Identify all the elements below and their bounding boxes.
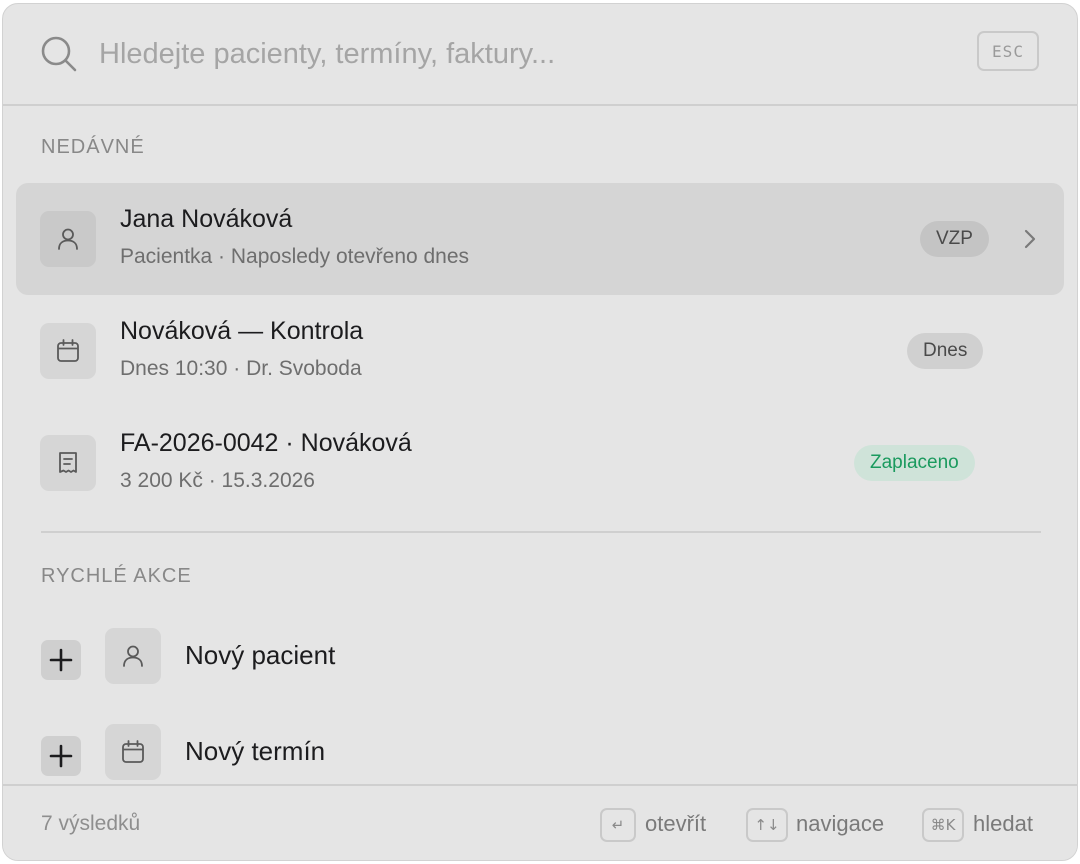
action-new-appointment[interactable]: Nový termín xyxy=(41,724,641,780)
insurance-badge: VZP xyxy=(920,221,989,257)
enter-key-hint: ↵ xyxy=(600,808,636,842)
cmd-k-key-hint: ⌘K xyxy=(922,808,964,842)
search-icon xyxy=(39,34,79,74)
arrows-key-hint: ↑↓ xyxy=(746,808,788,842)
result-title: FA-2026-0042 · Nováková xyxy=(120,429,412,457)
receipt-icon xyxy=(40,435,96,491)
user-icon xyxy=(105,628,161,684)
action-label: Nový termín xyxy=(185,736,326,766)
search-input[interactable] xyxy=(99,30,919,78)
result-title: Jana Nováková xyxy=(120,205,293,233)
section-divider xyxy=(41,531,1041,533)
section-label-recent: NEDÁVNÉ xyxy=(41,136,145,158)
chevron-right-icon xyxy=(1018,227,1042,251)
plus-icon xyxy=(41,736,81,776)
status-badge: Zaplaceno xyxy=(854,445,975,481)
result-subtitle: 3 200 Kč · 15.3.2026 xyxy=(120,469,315,492)
action-label: Nový pacient xyxy=(185,640,336,670)
section-label-quick-actions: RYCHLÉ AKCE xyxy=(41,565,192,587)
search-bar: ESC xyxy=(3,4,1077,106)
result-title: Nováková — Kontrola xyxy=(120,317,364,345)
action-new-patient[interactable]: Nový pacient xyxy=(41,628,641,684)
hint-label-open: otevřít xyxy=(645,811,707,836)
hint-label-search: hledat xyxy=(973,811,1033,836)
date-badge: Dnes xyxy=(907,333,984,369)
result-row-appointment[interactable]: Nováková — Kontrola Dnes 10:30 · Dr. Svo… xyxy=(16,295,1064,407)
hint-label-navigation: navigace xyxy=(796,811,885,836)
calendar-icon xyxy=(40,323,96,379)
command-palette: ESC NEDÁVNÉ Jana Nováková Pacientka · Na… xyxy=(2,3,1078,861)
esc-key-button[interactable]: ESC xyxy=(977,31,1039,71)
result-subtitle: Dnes 10:30 · Dr. Svoboda xyxy=(120,357,362,380)
user-icon xyxy=(40,211,96,267)
result-row-patient[interactable]: Jana Nováková Pacientka · Naposledy otev… xyxy=(16,183,1064,295)
result-subtitle: Pacientka · Naposledy otevřeno dnes xyxy=(120,245,470,268)
result-count: 7 výsledků xyxy=(41,812,141,835)
plus-icon xyxy=(41,640,81,680)
calendar-icon xyxy=(105,724,161,780)
result-row-invoice[interactable]: FA-2026-0042 · Nováková 3 200 Kč · 15.3.… xyxy=(16,407,1064,519)
footer-bar: 7 výsledků ↵ otevřít ↑↓ navigace ⌘K hled… xyxy=(3,784,1077,860)
